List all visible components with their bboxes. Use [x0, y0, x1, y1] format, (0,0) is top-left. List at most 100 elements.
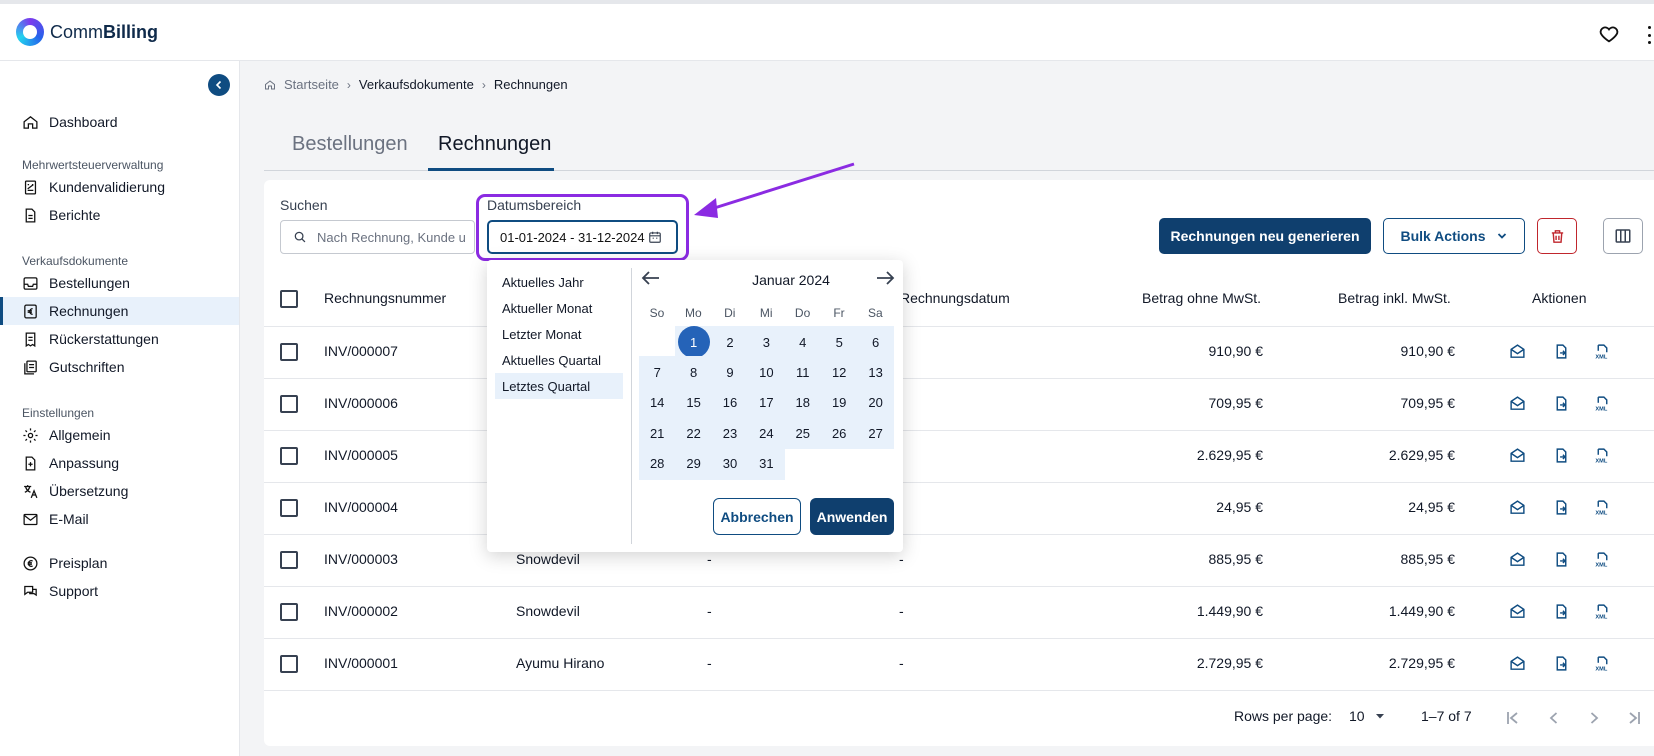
- calendar-day[interactable]: 24: [748, 417, 785, 450]
- export-document-icon[interactable]: [1553, 551, 1570, 568]
- xml-export-icon[interactable]: XML: [1594, 395, 1611, 413]
- apply-button[interactable]: Anwenden: [810, 498, 894, 535]
- calendar-day[interactable]: 9: [711, 356, 749, 389]
- breadcrumb-home[interactable]: Startseite: [284, 77, 339, 92]
- send-mail-icon[interactable]: [1509, 551, 1526, 568]
- cancel-button[interactable]: Abbrechen: [713, 498, 801, 535]
- calendar-day[interactable]: 30: [711, 447, 749, 480]
- sidebar-item-allgemein[interactable]: Allgemein: [0, 421, 239, 449]
- tab-rechnungen[interactable]: Rechnungen: [438, 133, 551, 156]
- calendar-day[interactable]: 20: [857, 386, 894, 419]
- calendar-day[interactable]: 31: [748, 447, 785, 480]
- date-range-input[interactable]: 01-01-2024 - 31-12-2024: [487, 220, 678, 254]
- calendar-day[interactable]: 25: [784, 417, 821, 450]
- preset-current-quarter[interactable]: Aktuelles Quartal: [495, 347, 623, 373]
- header-rechnungsdatum[interactable]: Rechnungsdatum: [900, 290, 1010, 306]
- calendar-day[interactable]: 4: [784, 326, 821, 358]
- row-checkbox[interactable]: [280, 551, 298, 569]
- regenerate-invoices-button[interactable]: Rechnungen neu generieren: [1159, 218, 1371, 254]
- sidebar-item-uebersetzung[interactable]: Übersetzung: [0, 477, 239, 505]
- row-checkbox[interactable]: [280, 655, 298, 673]
- breadcrumb-verkaufsdokumente[interactable]: Verkaufsdokumente: [359, 77, 474, 92]
- xml-export-icon[interactable]: XML: [1594, 499, 1611, 517]
- next-month-icon[interactable]: [875, 270, 895, 286]
- xml-export-icon[interactable]: XML: [1594, 551, 1611, 569]
- bulk-actions-button[interactable]: Bulk Actions: [1383, 218, 1525, 254]
- previous-page-icon[interactable]: [1546, 710, 1562, 726]
- calendar-day[interactable]: 10: [748, 356, 785, 389]
- first-page-icon[interactable]: [1505, 710, 1521, 726]
- collapse-sidebar-button[interactable]: [208, 74, 230, 96]
- preset-last-month[interactable]: Letzter Monat: [495, 321, 623, 347]
- search-input[interactable]: [317, 229, 467, 245]
- xml-export-icon[interactable]: XML: [1594, 343, 1611, 361]
- tab-bestellungen[interactable]: Bestellungen: [292, 133, 408, 156]
- preset-current-year[interactable]: Aktuelles Jahr: [495, 269, 623, 295]
- send-mail-icon[interactable]: [1509, 343, 1526, 360]
- last-page-icon[interactable]: [1626, 710, 1642, 726]
- sidebar-item-support[interactable]: Support: [0, 577, 239, 605]
- calendar-day[interactable]: 28: [639, 447, 676, 480]
- logo[interactable]: CommBilling: [16, 18, 158, 46]
- row-checkbox[interactable]: [280, 499, 298, 517]
- send-mail-icon[interactable]: [1509, 655, 1526, 672]
- calendar-day[interactable]: 26: [821, 417, 858, 450]
- calendar-day[interactable]: 22: [675, 417, 712, 450]
- sidebar-item-anpassung[interactable]: Anpassung: [0, 449, 239, 477]
- row-checkbox[interactable]: [280, 343, 298, 361]
- calendar-day[interactable]: 27: [857, 417, 894, 450]
- row-checkbox[interactable]: [280, 447, 298, 465]
- columns-button[interactable]: [1603, 218, 1643, 254]
- invoice-number[interactable]: INV/000001: [324, 655, 398, 671]
- next-page-icon[interactable]: [1586, 710, 1602, 726]
- send-mail-icon[interactable]: [1509, 447, 1526, 464]
- sidebar-item-rueckerstattungen[interactable]: Rückerstattungen: [0, 325, 239, 353]
- sidebar-item-preisplan[interactable]: Preisplan: [0, 549, 239, 577]
- calendar-day[interactable]: 3: [748, 326, 785, 358]
- calendar-day[interactable]: 23: [711, 417, 749, 450]
- send-mail-icon[interactable]: [1509, 603, 1526, 620]
- sidebar-item-dashboard[interactable]: Dashboard: [0, 108, 239, 136]
- delete-button[interactable]: [1537, 218, 1577, 254]
- sidebar-item-berichte[interactable]: Berichte: [0, 201, 239, 229]
- rows-per-page-select[interactable]: 10: [1349, 708, 1385, 724]
- export-document-icon[interactable]: [1553, 499, 1570, 516]
- xml-export-icon[interactable]: XML: [1594, 655, 1611, 673]
- calendar-day[interactable]: 2: [711, 326, 749, 358]
- calendar-day[interactable]: 15: [675, 386, 712, 419]
- send-mail-icon[interactable]: [1509, 499, 1526, 516]
- preset-last-quarter[interactable]: Letztes Quartal: [495, 373, 623, 399]
- calendar-day[interactable]: 12: [821, 356, 858, 389]
- more-menu-icon[interactable]: [1648, 26, 1654, 44]
- send-mail-icon[interactable]: [1509, 395, 1526, 412]
- invoice-number[interactable]: INV/000002: [324, 603, 398, 619]
- invoice-number[interactable]: INV/000006: [324, 395, 398, 411]
- export-document-icon[interactable]: [1553, 655, 1570, 672]
- xml-export-icon[interactable]: XML: [1594, 447, 1611, 465]
- sidebar-item-email[interactable]: E-Mail: [0, 505, 239, 533]
- calendar-day[interactable]: 21: [639, 417, 676, 450]
- header-gross-amount[interactable]: Betrag inkl. MwSt.: [1338, 290, 1451, 306]
- export-document-icon[interactable]: [1553, 343, 1570, 360]
- calendar-day[interactable]: 14: [639, 386, 676, 419]
- invoice-number[interactable]: INV/000007: [324, 343, 398, 359]
- preset-current-month[interactable]: Aktueller Monat: [495, 295, 623, 321]
- header-rechnungsnummer[interactable]: Rechnungsnummer: [324, 290, 446, 306]
- calendar-day[interactable]: 18: [784, 386, 821, 419]
- row-checkbox[interactable]: [280, 603, 298, 621]
- header-net-amount[interactable]: Betrag ohne MwSt.: [1142, 290, 1261, 306]
- calendar-day[interactable]: 19: [821, 386, 858, 419]
- calendar-day[interactable]: 13: [857, 356, 894, 389]
- export-document-icon[interactable]: [1553, 395, 1570, 412]
- calendar-day-selected[interactable]: 1: [675, 326, 712, 358]
- sidebar-item-rechnungen[interactable]: Rechnungen: [0, 297, 239, 325]
- sidebar-item-kundenvalidierung[interactable]: Kundenvalidierung: [0, 173, 239, 201]
- calendar-day[interactable]: 7: [639, 356, 676, 389]
- calendar-icon[interactable]: [648, 230, 662, 244]
- calendar-day[interactable]: 17: [748, 386, 785, 419]
- invoice-number[interactable]: INV/000003: [324, 551, 398, 567]
- calendar-day[interactable]: 6: [857, 326, 894, 358]
- invoice-number[interactable]: INV/000005: [324, 447, 398, 463]
- invoice-number[interactable]: INV/000004: [324, 499, 398, 515]
- sidebar-item-bestellungen[interactable]: Bestellungen: [0, 269, 239, 297]
